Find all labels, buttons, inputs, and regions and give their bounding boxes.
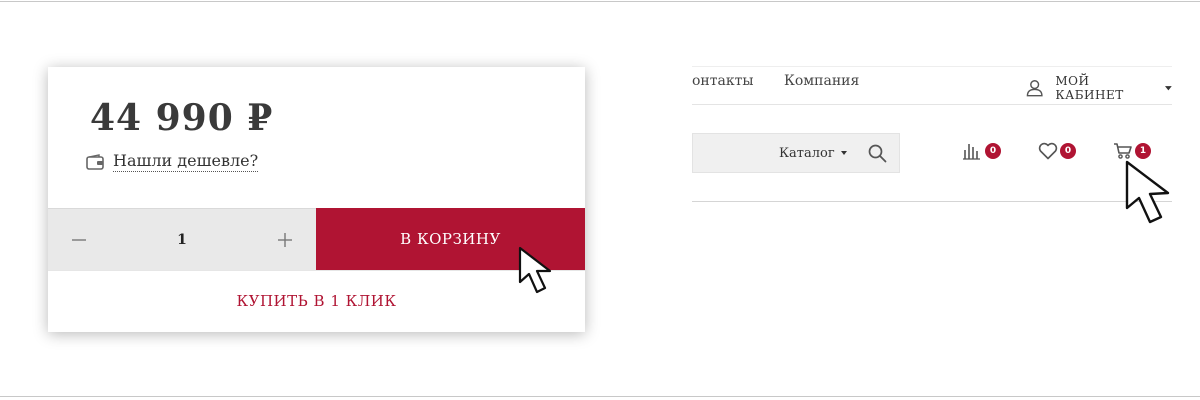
product-price: 44 990 ₽: [90, 97, 274, 139]
account-menu[interactable]: МОЙ КАБИНЕТ: [1026, 74, 1172, 102]
compare-button[interactable]: 0: [963, 142, 1001, 160]
catalog-dropdown[interactable]: Каталог: [779, 134, 847, 172]
header-top-divider: [692, 66, 1172, 67]
cart-icon: [1114, 143, 1132, 159]
favorites-button[interactable]: 0: [1038, 142, 1076, 160]
catalog-label: Каталог: [779, 145, 835, 161]
quantity-value[interactable]: 1: [110, 209, 254, 271]
quantity-increase-button[interactable]: [254, 209, 316, 271]
bottom-border: [0, 396, 1200, 397]
nav-contacts-link[interactable]: онтакты: [692, 73, 754, 89]
heart-icon: [1038, 142, 1058, 160]
nav-company-link[interactable]: Компания: [784, 73, 859, 89]
user-icon: [1026, 80, 1043, 97]
cart-count-badge: 1: [1135, 143, 1151, 159]
wallet-icon: [86, 153, 104, 170]
found-cheaper-link[interactable]: Нашли дешевле?: [113, 151, 259, 172]
chevron-down-icon: [840, 151, 847, 155]
minus-icon: [72, 239, 86, 241]
header-bottom-divider: [692, 201, 1172, 202]
product-buy-card: 44 990 ₽ Нашли дешевле? 1 В КОРЗИНУ КУПИ…: [48, 67, 585, 332]
add-to-cart-button[interactable]: В КОРЗИНУ: [316, 208, 585, 270]
compare-icon: [963, 144, 980, 160]
site-header: онтакты Компания МОЙ КАБИНЕТ Каталог 0 0…: [692, 66, 1172, 206]
found-cheaper[interactable]: Нашли дешевле?: [86, 151, 259, 172]
plus-icon: [278, 233, 292, 247]
favorites-count-badge: 0: [1060, 143, 1076, 159]
compare-count-badge: 0: [985, 143, 1001, 159]
nav-divider: [692, 104, 1172, 105]
top-border: [0, 1, 1200, 2]
buy-one-click-button[interactable]: КУПИТЬ В 1 КЛИК: [48, 270, 585, 332]
search-bar[interactable]: Каталог: [692, 133, 900, 173]
quantity-stepper: 1: [48, 208, 316, 271]
account-label: МОЙ КАБИНЕТ: [1055, 74, 1124, 102]
cart-button[interactable]: 1: [1113, 142, 1151, 160]
quantity-decrease-button[interactable]: [48, 209, 110, 271]
search-icon[interactable]: [867, 143, 887, 163]
chevron-down-icon: [1165, 85, 1172, 90]
